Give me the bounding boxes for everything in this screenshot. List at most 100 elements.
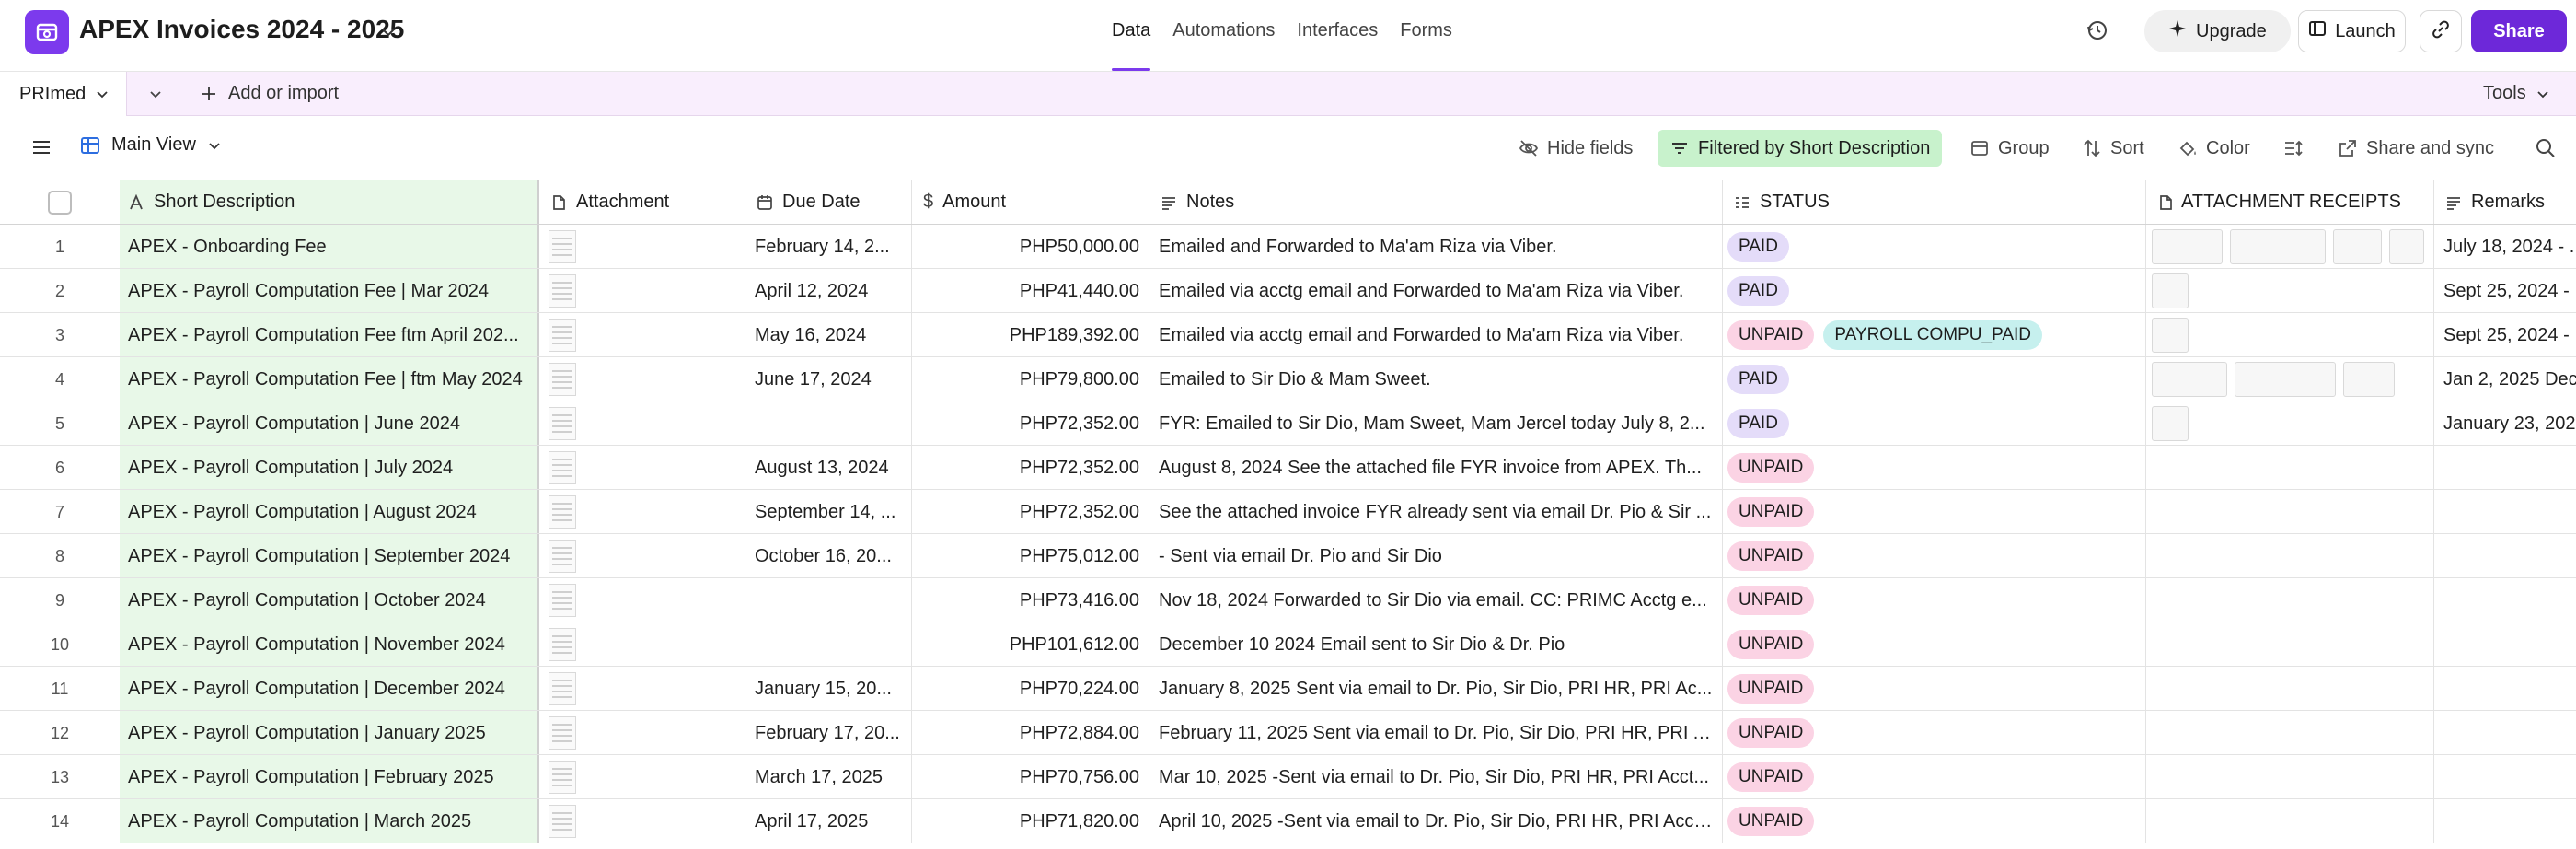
attachment-thumbnail[interactable] [549,406,576,440]
share-button[interactable]: Share [2471,10,2567,52]
table-row[interactable]: 7 APEX - Payroll Computation | August 202… [0,490,2576,534]
due-date-cell[interactable]: September 14, ... [745,490,912,533]
search-button[interactable] [2535,130,2557,167]
column-header-due-date[interactable]: Due Date [745,180,912,224]
receipt-thumbnail[interactable] [2152,317,2189,353]
notes-cell[interactable]: Emailed via acctg email and Forwarded to… [1149,269,1723,312]
attachment-receipts-cell[interactable] [2146,490,2434,533]
tools-menu[interactable]: Tools [2483,83,2550,104]
amount-cell[interactable]: PHP75,012.00 [912,534,1149,577]
attachment-cell[interactable] [539,578,745,622]
short-description-cell[interactable]: APEX - Payroll Computation | July 2024 [120,446,539,489]
remarks-cell[interactable] [2434,490,2576,533]
short-description-cell[interactable]: APEX - Payroll Computation | November 20… [120,622,539,666]
column-header-amount[interactable]: $ Amount [912,180,1149,224]
attachment-receipts-cell[interactable] [2146,401,2434,445]
remarks-cell[interactable]: Sept 25, 2024 - ... [2434,269,2576,312]
short-description-cell[interactable]: APEX - Payroll Computation | August 2024 [120,490,539,533]
notes-cell[interactable]: January 8, 2025 Sent via email to Dr. Pi… [1149,667,1723,710]
due-date-cell[interactable]: June 17, 2024 [745,357,912,401]
remarks-cell[interactable]: January 23, 202... [2434,401,2576,445]
base-logo-icon[interactable] [25,10,69,54]
remarks-cell[interactable] [2434,622,2576,666]
short-description-cell[interactable]: APEX - Onboarding Fee [120,225,539,268]
attachment-cell[interactable] [539,799,745,843]
select-all-checkbox[interactable] [48,190,72,215]
notes-cell[interactable]: December 10 2024 Email sent to Sir Dio &… [1149,622,1723,666]
table-row[interactable]: 14 APEX - Payroll Computation | March 202… [0,799,2576,843]
status-cell[interactable]: UNPAID [1723,755,2146,798]
due-date-cell[interactable] [745,401,912,445]
attachment-cell[interactable] [539,357,745,401]
amount-cell[interactable]: PHP71,820.00 [912,799,1149,843]
status-cell[interactable]: UNPAID PAYROLL COMPU_PAID [1723,313,2146,356]
status-cell[interactable]: UNPAID [1723,534,2146,577]
hide-fields-button[interactable]: Hide fields [1519,130,1633,167]
notes-cell[interactable]: Emailed and Forwarded to Ma'am Riza via … [1149,225,1723,268]
attachment-cell[interactable] [539,490,745,533]
receipt-thumbnail[interactable] [2152,361,2227,397]
due-date-cell[interactable]: October 16, 20... [745,534,912,577]
due-date-cell[interactable]: February 14, 2... [745,225,912,268]
attachment-cell[interactable] [539,401,745,445]
notes-cell[interactable]: Emailed to Sir Dio & Mam Sweet. [1149,357,1723,401]
table-row[interactable]: 13 APEX - Payroll Computation | February … [0,755,2576,799]
color-button[interactable]: Color [2177,130,2250,167]
amount-cell[interactable]: PHP73,416.00 [912,578,1149,622]
tab-forms[interactable]: Forms [1400,20,1452,72]
row-height-button[interactable] [2282,130,2303,167]
receipt-thumbnail[interactable] [2152,405,2189,441]
attachment-thumbnail[interactable] [549,273,576,308]
table-row[interactable]: 11 APEX - Payroll Computation | December … [0,667,2576,711]
status-cell[interactable]: PAID [1723,225,2146,268]
view-switcher[interactable]: Main View [80,134,222,156]
status-cell[interactable]: UNPAID [1723,578,2146,622]
attachment-cell[interactable] [539,755,745,798]
remarks-cell[interactable] [2434,755,2576,798]
group-button[interactable]: Group [1970,130,2050,167]
amount-cell[interactable]: PHP72,352.00 [912,401,1149,445]
table-row[interactable]: 9 APEX - Payroll Computation | October 20… [0,578,2576,622]
history-icon[interactable] [2085,18,2109,47]
remarks-cell[interactable] [2434,446,2576,489]
attachment-receipts-cell[interactable] [2146,578,2434,622]
amount-cell[interactable]: PHP101,612.00 [912,622,1149,666]
short-description-cell[interactable]: APEX - Payroll Computation | February 20… [120,755,539,798]
amount-cell[interactable]: PHP41,440.00 [912,269,1149,312]
attachment-thumbnail[interactable] [549,760,576,794]
status-cell[interactable]: UNPAID [1723,799,2146,843]
attachment-receipts-cell[interactable] [2146,357,2434,401]
attachment-cell[interactable] [539,225,745,268]
tab-automations[interactable]: Automations [1172,20,1275,72]
menu-icon[interactable] [31,137,52,162]
due-date-cell[interactable]: February 17, 20... [745,711,912,754]
attachment-receipts-cell[interactable] [2146,622,2434,666]
sort-button[interactable]: Sort [2082,130,2144,167]
due-date-cell[interactable]: January 15, 20... [745,667,912,710]
attachment-thumbnail[interactable] [549,450,576,484]
remarks-cell[interactable] [2434,578,2576,622]
column-header-attachment[interactable]: Attachment [539,180,745,224]
amount-cell[interactable]: PHP70,224.00 [912,667,1149,710]
amount-cell[interactable]: PHP70,756.00 [912,755,1149,798]
receipt-thumbnail[interactable] [2152,273,2189,308]
short-description-cell[interactable]: APEX - Payroll Computation Fee ftm April… [120,313,539,356]
receipt-thumbnail[interactable] [2230,228,2327,264]
short-description-cell[interactable]: APEX - Payroll Computation | March 2025 [120,799,539,843]
attachment-receipts-cell[interactable] [2146,667,2434,710]
notes-cell[interactable]: April 10, 2025 -Sent via email to Dr. Pi… [1149,799,1723,843]
attachment-thumbnail[interactable] [549,583,576,617]
short-description-cell[interactable]: APEX - Payroll Computation Fee | ftm May… [120,357,539,401]
attachment-thumbnail[interactable] [549,494,576,529]
attachment-thumbnail[interactable] [549,671,576,705]
table-row[interactable]: 3 APEX - Payroll Computation Fee ftm Apri… [0,313,2576,357]
attachment-thumbnail[interactable] [549,715,576,750]
attachment-thumbnail[interactable] [549,539,576,573]
amount-cell[interactable]: PHP50,000.00 [912,225,1149,268]
attachment-cell[interactable] [539,711,745,754]
attachment-thumbnail[interactable] [549,229,576,263]
remarks-cell[interactable]: Jan 2, 2025 Dec... [2434,357,2576,401]
column-header-status[interactable]: STATUS [1723,180,2146,224]
receipt-thumbnail[interactable] [2235,361,2336,397]
attachment-receipts-cell[interactable] [2146,269,2434,312]
